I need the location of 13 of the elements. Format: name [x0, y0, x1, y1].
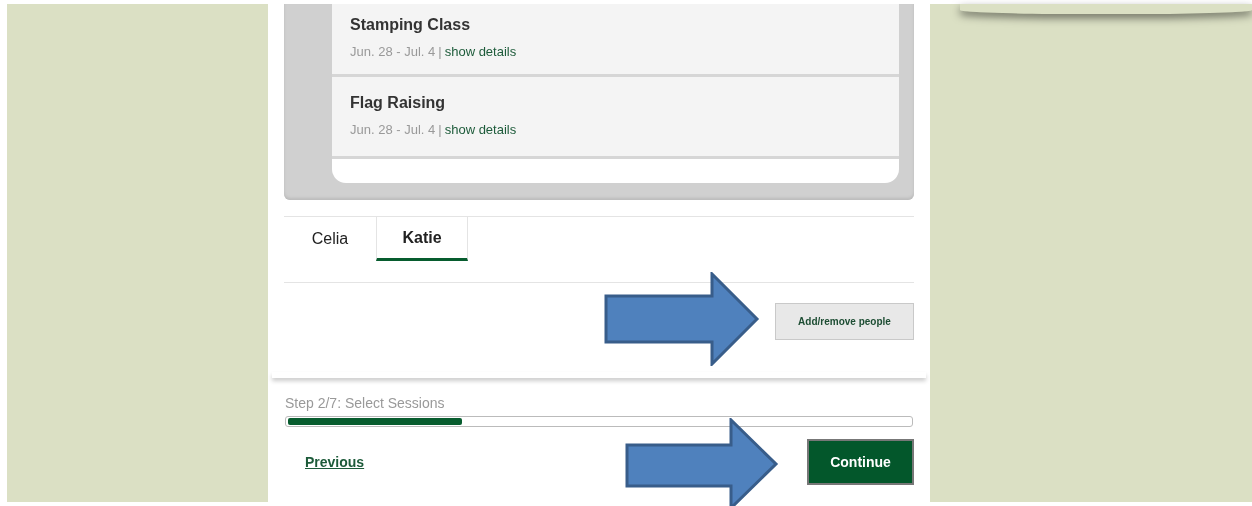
person-tab[interactable]: Katie	[376, 217, 468, 261]
session-title: Stamping Class	[350, 15, 472, 35]
continue-button[interactable]: Continue	[807, 439, 914, 485]
previous-link[interactable]: Previous	[305, 451, 365, 473]
show-details-link[interactable]: show details	[444, 120, 517, 140]
step-label: Step 2/7: Select Sessions	[285, 394, 446, 413]
session-dates: Jun. 28 - Jul. 4	[350, 43, 436, 61]
show-details-link[interactable]: show details	[444, 42, 517, 62]
separator: |	[438, 43, 442, 61]
separator: |	[438, 121, 442, 139]
session-dates: Jun. 28 - Jul. 4	[350, 121, 436, 139]
session-title: Flag Raising	[350, 93, 447, 113]
add-remove-people-button[interactable]: Add/remove people	[775, 303, 914, 340]
